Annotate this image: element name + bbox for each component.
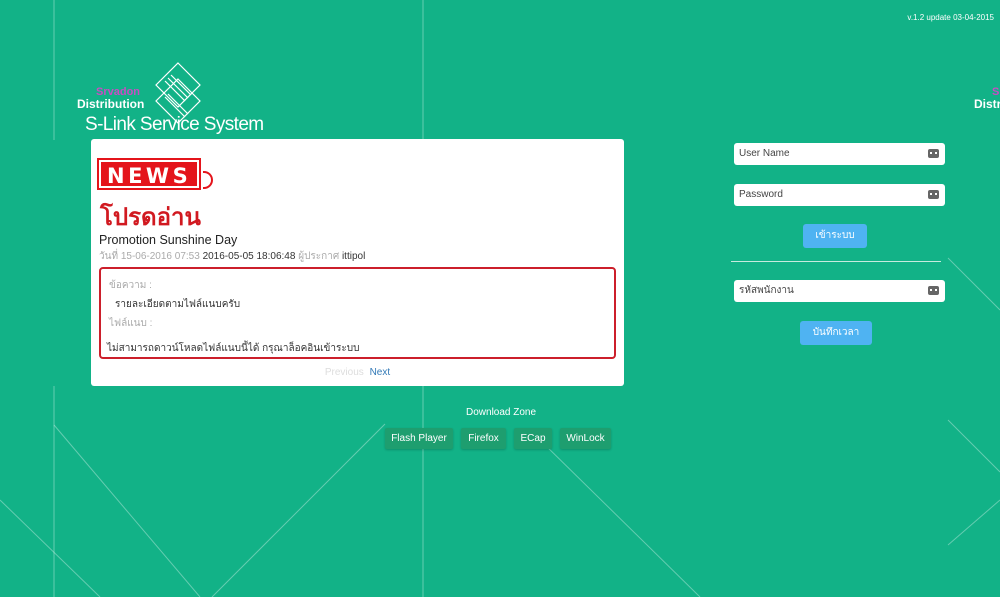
message-label: ข้อความ :	[109, 280, 152, 291]
site-logo-repeat: Srvadon Distribution	[974, 84, 1000, 114]
previous-link[interactable]: Previous	[325, 367, 364, 378]
news-detail-box: ข้อความ : รายละเอียดตามไฟล์แนบครับ ไฟล์แ…	[99, 267, 616, 359]
news-card: NEWS โปรดอ่าน Promotion Sunshine Day วัน…	[91, 139, 624, 386]
download-ecap-button[interactable]: ECap	[514, 428, 552, 449]
form-divider	[731, 261, 941, 262]
download-flash-player-button[interactable]: Flash Player	[385, 428, 453, 449]
news-subtitle: โปรดอ่าน	[100, 204, 201, 231]
news-author-label: ผู้ประกาศ	[298, 251, 340, 262]
login-button[interactable]: เข้าระบบ	[803, 224, 867, 248]
news-title: Promotion Sunshine Day	[99, 233, 238, 247]
news-date: วันที่ 15-06-2016 07:53	[99, 251, 200, 262]
employee-id-placeholder: รหัสพนักงาน	[739, 285, 794, 296]
logo-distribution-text: Distribution	[77, 97, 145, 111]
password-placeholder: Password	[739, 189, 783, 200]
next-link[interactable]: Next	[370, 367, 391, 378]
news-author: ittipol	[341, 251, 366, 262]
keyboard-icon	[928, 149, 939, 158]
keyboard-icon	[928, 286, 939, 295]
news-badge: NEWS	[96, 158, 214, 190]
employee-id-input[interactable]: รหัสพนักงาน	[734, 280, 945, 302]
username-placeholder: User Name	[739, 148, 790, 159]
download-winlock-button[interactable]: WinLock	[560, 428, 611, 449]
message-text: รายละเอียดตามไฟล์แนบครับ	[115, 299, 241, 310]
record-time-button[interactable]: บันทึกเวลา	[800, 321, 872, 345]
download-firefox-button[interactable]: Firefox	[461, 428, 506, 449]
news-meta: วันที่ 15-06-2016 07:53 2016-05-05 18:06…	[99, 249, 365, 264]
attachment-label: ไฟล์แนบ :	[109, 318, 153, 329]
news-badge-text: NEWS	[96, 158, 202, 190]
download-zone-title: Download Zone	[466, 407, 537, 418]
keyboard-icon	[928, 190, 939, 199]
site-logo: Srvadon Distribution S-Link Service Syst…	[74, 62, 274, 142]
news-swoosh-icon	[203, 171, 214, 189]
logo-distribution-text: Distribution	[974, 97, 1000, 111]
system-name: S-Link Service System	[85, 114, 264, 135]
attachment-notice: ไม่สามารถดาวน์โหลดไฟล์แนบนี้ได้ กรุณาล็อ…	[107, 343, 360, 354]
news-updated: 2016-05-05 18:06:48	[202, 251, 296, 262]
news-pager: Previous Next	[91, 367, 624, 378]
version-label: v.1.2 update 03-04-2015	[907, 13, 994, 22]
password-input[interactable]: Password	[734, 184, 945, 206]
username-input[interactable]: User Name	[734, 143, 945, 165]
